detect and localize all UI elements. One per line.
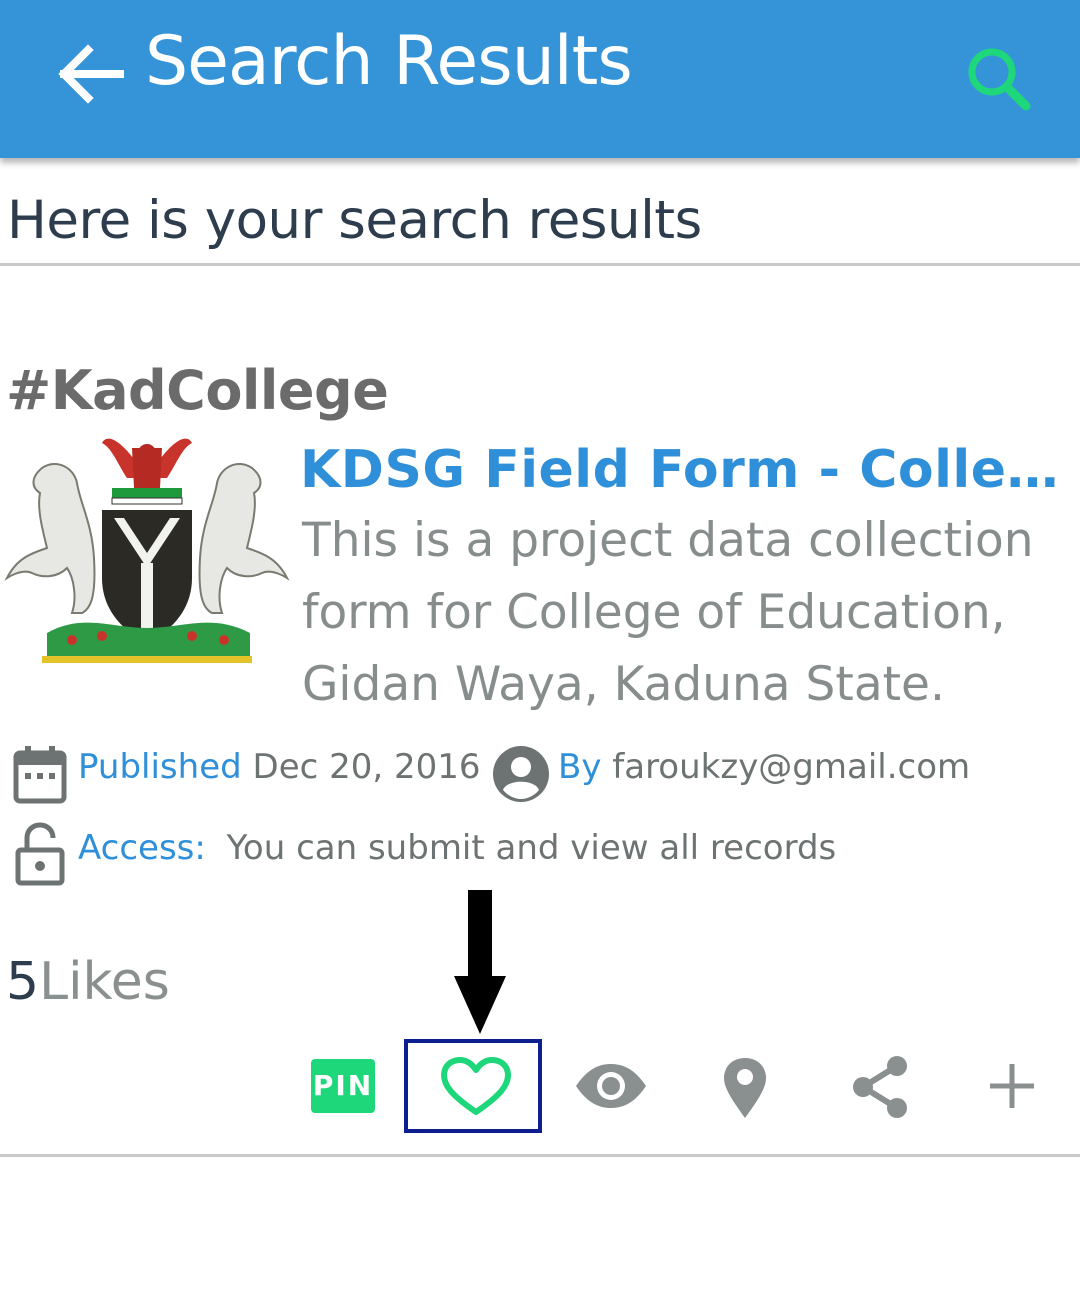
- calendar-icon: [13, 746, 67, 804]
- author-email: faroukzy@gmail.com: [612, 747, 971, 787]
- author-label: By: [558, 747, 602, 787]
- arrow-left-icon: [58, 44, 124, 104]
- eye-icon[interactable]: [574, 1062, 648, 1110]
- result-description: This is a project data collection form f…: [302, 513, 1034, 712]
- unlock-icon: [15, 822, 65, 886]
- page-title: Search Results: [145, 22, 633, 101]
- likes-number: 5: [6, 952, 40, 1012]
- published-label: Published: [78, 747, 242, 787]
- search-icon: [968, 48, 1031, 111]
- results-header-text: Here is your search results: [7, 190, 702, 251]
- access-text: You can submit and view all records: [226, 828, 837, 868]
- pin-button[interactable]: PIN: [311, 1059, 375, 1113]
- plus-icon[interactable]: [988, 1062, 1036, 1110]
- share-icon[interactable]: [849, 1054, 911, 1120]
- published-date: Dec 20, 2016: [252, 747, 481, 787]
- results-header: Here is your search results: [0, 160, 1080, 266]
- likes-count: 5Likes: [6, 950, 170, 1014]
- access-label: Access:: [78, 828, 206, 868]
- likes-label: Likes: [39, 952, 170, 1012]
- published-row: Published Dec 20, 2016: [78, 745, 481, 789]
- user-avatar-icon: [493, 746, 549, 802]
- search-button[interactable]: [960, 40, 1040, 120]
- author-row: By faroukzy@gmail.com: [558, 745, 970, 789]
- coat-of-arms-logo: [4, 438, 290, 663]
- hashtag[interactable]: #KadCollege: [6, 358, 389, 424]
- map-pin-icon[interactable]: [722, 1056, 768, 1120]
- app-bar: Search Results: [0, 0, 1080, 158]
- result-title-link[interactable]: KDSG Field Form - Colleg...: [300, 437, 1075, 503]
- back-button[interactable]: [50, 34, 130, 114]
- heart-icon[interactable]: [441, 1057, 511, 1117]
- access-row: Access: You can submit and view all reco…: [78, 826, 836, 870]
- card-divider: [0, 1154, 1080, 1157]
- annotation-arrow: [454, 890, 506, 1034]
